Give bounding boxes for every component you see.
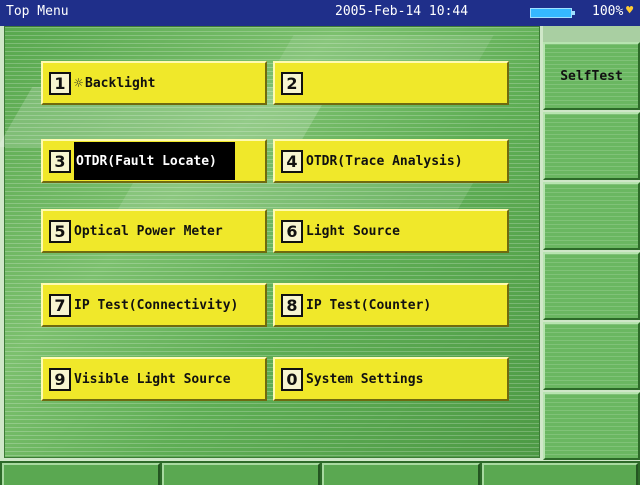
menu-item-backlight[interactable]: 1 ☼ Backlight xyxy=(41,61,267,105)
function-key-4[interactable] xyxy=(482,463,638,485)
menu-item-label: Light Source xyxy=(306,223,400,239)
function-key-1[interactable] xyxy=(2,463,160,485)
main-menu-panel: 1 ☼ Backlight 2 3 OTDR(Fault Locate) 4 O… xyxy=(0,26,540,458)
softkey-header xyxy=(543,26,640,42)
softkey-5[interactable] xyxy=(543,322,640,390)
menu-item-number: 5 xyxy=(49,219,71,243)
menu-item-number: 0 xyxy=(281,367,303,391)
softkey-3[interactable] xyxy=(543,182,640,250)
window-title: Top Menu xyxy=(6,4,69,19)
screen: Top Menu 2005-Feb-14 10:44 100% ♥ 1 ☼ Ba… xyxy=(0,0,640,485)
softkey-column: SelfTest xyxy=(543,26,640,460)
menu-item-label: OTDR(Trace Analysis) xyxy=(306,153,463,169)
menu-item-number: 3 xyxy=(49,149,71,173)
menu-item-ip-test-counter[interactable]: 8 IP Test(Counter) xyxy=(273,283,509,327)
softkey-4[interactable] xyxy=(543,252,640,320)
title-bar: Top Menu 2005-Feb-14 10:44 100% ♥ xyxy=(0,0,640,26)
function-key-2[interactable] xyxy=(162,463,320,485)
menu-item-number: 2 xyxy=(281,71,303,95)
menu-item-otdr-fault-locate[interactable]: 3 OTDR(Fault Locate) xyxy=(41,139,267,183)
datetime-display: 2005-Feb-14 10:44 xyxy=(335,4,469,19)
menu-item-label: System Settings xyxy=(306,371,424,387)
battery-icon xyxy=(530,8,575,18)
menu-item-visible-light-source[interactable]: 9 Visible Light Source xyxy=(41,357,267,401)
menu-item-number: 9 xyxy=(49,367,71,391)
menu-item-number: 6 xyxy=(281,219,303,243)
sun-icon: ☼ xyxy=(74,74,84,92)
menu-item-number: 1 xyxy=(49,71,71,95)
menu-item-2[interactable]: 2 xyxy=(273,61,509,105)
menu-item-optical-power-meter[interactable]: 5 Optical Power Meter xyxy=(41,209,267,253)
battery-percent: 100% xyxy=(592,4,624,19)
function-key-bar xyxy=(0,461,640,485)
menu-item-otdr-trace-analysis[interactable]: 4 OTDR(Trace Analysis) xyxy=(273,139,509,183)
power-icon: ♥ xyxy=(626,3,634,17)
menu-item-light-source[interactable]: 6 Light Source xyxy=(273,209,509,253)
menu-item-label: IP Test(Counter) xyxy=(306,297,432,313)
menu-item-system-settings[interactable]: 0 System Settings xyxy=(273,357,509,401)
menu-item-label: Backlight xyxy=(85,75,156,91)
menu-item-label: Optical Power Meter xyxy=(74,223,223,239)
softkey-label: SelfTest xyxy=(560,68,623,84)
menu-item-label: Visible Light Source xyxy=(74,371,231,387)
menu-item-number: 8 xyxy=(281,293,303,317)
softkey-6[interactable] xyxy=(543,392,640,460)
menu-item-label: OTDR(Fault Locate) xyxy=(74,142,235,180)
menu-item-number: 4 xyxy=(281,149,303,173)
function-key-3[interactable] xyxy=(322,463,480,485)
softkey-2[interactable] xyxy=(543,112,640,180)
menu-item-ip-test-connectivity[interactable]: 7 IP Test(Connectivity) xyxy=(41,283,267,327)
softkey-selftest[interactable]: SelfTest xyxy=(543,42,640,110)
menu-item-number: 7 xyxy=(49,293,71,317)
menu-item-label: IP Test(Connectivity) xyxy=(74,297,239,313)
